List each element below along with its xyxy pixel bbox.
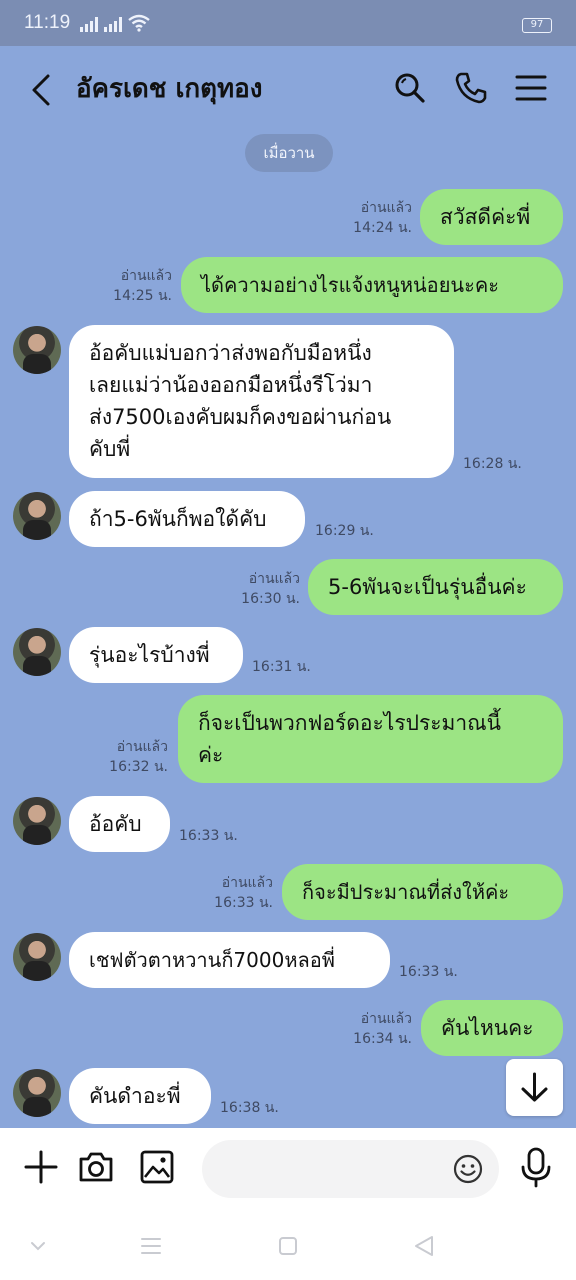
message-meta: อ่านแล้ว 16:30 น. [218, 569, 300, 609]
read-receipt: อ่านแล้ว [360, 200, 412, 216]
avatar[interactable] [13, 933, 61, 981]
message-time: 16:30 น. [241, 591, 300, 607]
message-text-line: ส่ง7500เองคับผมก็คงขอผ่านก่อน [89, 405, 392, 429]
message-input-bar [0, 1128, 576, 1210]
message-input[interactable] [202, 1140, 499, 1198]
message-time: 16:33 น. [179, 828, 238, 844]
message-time: 14:25 น. [113, 288, 172, 304]
signal-icon-2 [104, 16, 123, 32]
message-meta: อ่านแล้ว 14:25 น. [90, 266, 172, 306]
message-text: ถ้า5-6พันก็พอใด้คับ [89, 507, 267, 531]
message-text: รุ่นอะไรบ้างพี่ [89, 643, 210, 667]
message-time: 16:34 น. [353, 1031, 412, 1047]
message-text-line: อ้อคับแม่บอกว่าส่งพอกับมือหนึ่ง [89, 341, 372, 365]
message-time: 16:31 น. [252, 659, 311, 675]
signal-icon [80, 16, 99, 32]
message-text-line: คับพี่ [89, 437, 131, 461]
avatar[interactable] [13, 492, 61, 540]
message-text: คันไหนคะ [441, 1016, 534, 1040]
chat-header: อัครเดช เกตุทอง [0, 46, 576, 132]
message-bubble-received[interactable]: ถ้า5-6พันก็พอใด้คับ [69, 491, 305, 547]
message-text-line: ก็จะเป็นพวกฟอร์ดอะไรประมาณนี้ [198, 711, 502, 735]
scroll-to-bottom-button[interactable] [506, 1059, 563, 1116]
message-text-line: ค่ะ [198, 743, 224, 767]
message-text: ได้ความอย่างไรแจ้งหนูหน่อยนะคะ [201, 273, 499, 297]
message-bubble-received[interactable]: อ้อคับ [69, 796, 170, 852]
message-time: 16:28 น. [463, 456, 522, 472]
message-meta: อ่านแล้ว 16:32 น. [86, 737, 168, 777]
message-bubble-sent[interactable]: ก็จะเป็นพวกฟอร์ดอะไรประมาณนี้ ค่ะ [178, 695, 563, 783]
message-bubble-received[interactable]: รุ่นอะไรบ้างพี่ [69, 627, 243, 683]
message-bubble-received[interactable]: คันดำอะพี่ [69, 1068, 211, 1124]
read-receipt: อ่านแล้ว [120, 268, 172, 284]
message-bubble-received[interactable]: เชฟตัวตาหวานก็7000หลอพี่ [69, 932, 390, 988]
date-separator: เมื่อวาน [245, 134, 333, 172]
status-time: 11:19 [24, 12, 71, 33]
back-arrow-icon[interactable] [28, 72, 56, 108]
system-navigation-bar [0, 1210, 576, 1280]
emoji-icon[interactable] [452, 1153, 484, 1185]
arrow-down-icon [521, 1072, 548, 1102]
signal-icons [80, 14, 150, 32]
read-receipt: อ่านแล้ว [221, 875, 273, 891]
message-bubble-sent[interactable]: คันไหนคะ [421, 1000, 563, 1056]
message-time: 16:29 น. [315, 523, 374, 539]
message-meta: อ่านแล้ว 16:33 น. [191, 873, 273, 913]
message-bubble-sent[interactable]: ก็จะมีประมาณที่ส่งให้ค่ะ [282, 864, 563, 920]
status-bar: 11:19 97 [0, 0, 576, 46]
message-text: ก็จะมีประมาณที่ส่งให้ค่ะ [302, 880, 510, 904]
back-nav-icon[interactable] [412, 1234, 436, 1258]
read-receipt: อ่านแล้ว [248, 571, 300, 587]
message-text: อ้อคับ [89, 812, 142, 836]
home-icon[interactable] [276, 1234, 300, 1258]
message-meta: อ่านแล้ว 16:34 น. [330, 1009, 412, 1049]
avatar[interactable] [13, 1069, 61, 1117]
camera-icon[interactable] [77, 1148, 115, 1186]
microphone-icon[interactable] [518, 1146, 554, 1188]
message-meta: อ่านแล้ว 14:24 น. [330, 198, 412, 238]
message-bubble-sent[interactable]: 5-6พันจะเป็นรุ่นอื่นค่ะ [308, 559, 563, 615]
message-time: 16:33 น. [399, 964, 458, 980]
read-receipt: อ่านแล้ว [116, 739, 168, 755]
message-bubble-sent[interactable]: สวัสดีค่ะพี่ [420, 189, 563, 245]
search-icon[interactable] [392, 70, 428, 106]
message-time: 16:32 น. [109, 759, 168, 775]
message-time: 14:24 น. [353, 220, 412, 236]
recents-menu-icon[interactable] [139, 1234, 163, 1258]
menu-icon[interactable] [513, 70, 549, 106]
chat-title: อัครเดช เกตุทอง [76, 74, 263, 104]
message-text: เชฟตัวตาหวานก็7000หลอพี่ [89, 948, 335, 972]
plus-icon[interactable] [22, 1148, 60, 1186]
avatar[interactable] [13, 326, 61, 374]
message-text: สวัสดีค่ะพี่ [440, 205, 531, 229]
message-bubble-received[interactable]: อ้อคับแม่บอกว่าส่งพอกับมือหนึ่ง เลยแม่ว่… [69, 325, 454, 478]
avatar[interactable] [13, 797, 61, 845]
message-text: คันดำอะพี่ [89, 1084, 181, 1108]
avatar[interactable] [13, 628, 61, 676]
battery-icon: 97 [522, 18, 552, 33]
message-time: 16:33 น. [214, 895, 273, 911]
chevron-down-icon[interactable] [26, 1234, 50, 1258]
message-text: 5-6พันจะเป็นรุ่นอื่นค่ะ [328, 575, 527, 599]
wifi-icon [128, 14, 150, 32]
image-icon[interactable] [138, 1148, 176, 1186]
phone-icon[interactable] [453, 70, 489, 106]
message-bubble-sent[interactable]: ได้ความอย่างไรแจ้งหนูหน่อยนะคะ [181, 257, 563, 313]
read-receipt: อ่านแล้ว [360, 1011, 412, 1027]
message-time: 16:38 น. [220, 1100, 279, 1116]
message-text-line: เลยแม่ว่าน้องออกมือหนึ่งรีโว่มา [89, 373, 373, 397]
